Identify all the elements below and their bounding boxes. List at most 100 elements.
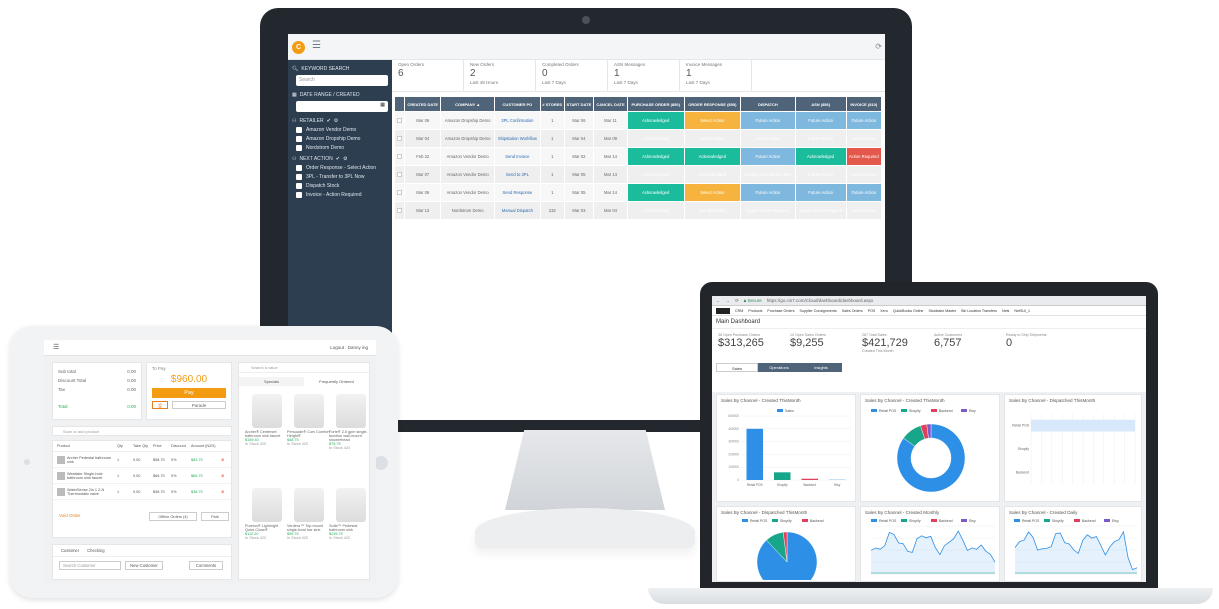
table-row[interactable]: Feb 22 Amazon Vendor Demo Send Invoice 1 Mar… xyxy=(394,147,883,166)
menu-icon[interactable]: ☰ xyxy=(53,343,59,351)
column-header[interactable]: INVOICE (810) xyxy=(845,96,883,112)
column-header[interactable]: PURCHASE ORDER (850) xyxy=(626,96,685,112)
tab-checking[interactable]: Checking xyxy=(87,548,104,553)
nav-item[interactable]: Purchase Orders xyxy=(767,309,794,313)
row-checkbox[interactable] xyxy=(394,201,405,220)
tab-specials[interactable]: Specials xyxy=(239,377,304,386)
table-cell[interactable]: Acknowledged xyxy=(683,147,742,166)
table-cell[interactable]: Acknowledged xyxy=(683,165,742,184)
product-tile[interactable]: Forte® 2.5 gpm single-function wall-moun… xyxy=(329,394,373,450)
table-cell[interactable]: Future Action xyxy=(740,111,796,130)
nav-item[interactable]: Nets xyxy=(1002,309,1009,313)
checkbox[interactable] xyxy=(296,192,302,198)
product-tile[interactable]: Purelux® Lightnight Quiet-Close® $112.20 I… xyxy=(245,488,289,540)
address-bar[interactable]: https://go.cin7.com/Cloud/dashboard/dash… xyxy=(767,298,874,303)
table-cell[interactable]: Future Action xyxy=(794,111,847,130)
bar[interactable] xyxy=(746,428,764,480)
gear-icon[interactable]: ⚙ xyxy=(334,118,338,124)
stat-card[interactable]: ASN Messages 1 Last 7 Days xyxy=(608,60,680,91)
tab-frequently-ordered[interactable]: Frequently Ordered xyxy=(304,377,369,386)
print-icon[interactable]: ⎙ xyxy=(152,401,168,409)
product-tile[interactable]: Persuade® Curv Comfort Height® $48.75 In S… xyxy=(287,394,331,446)
stat-card[interactable]: Completed Orders 0 Last 7 Days xyxy=(536,60,608,91)
table-cell[interactable]: Acknowledged xyxy=(626,201,685,220)
nav-item[interactable]: CRM xyxy=(735,309,743,313)
product-tile[interactable]: Verdera™ Top-mount single-bowl bar sink $… xyxy=(287,488,331,540)
checkbox[interactable] xyxy=(397,189,402,195)
park-button[interactable]: Park xyxy=(201,512,229,521)
keyword-search-input[interactable]: Search xyxy=(296,75,388,86)
line-qty[interactable]: 1 xyxy=(117,490,133,494)
tab-sales[interactable]: Sales xyxy=(716,363,758,372)
table-cell[interactable]: Send Invoice xyxy=(493,147,541,166)
product-search-input[interactable]: Scan or add product xyxy=(52,426,232,436)
retailer-option[interactable]: Amazon Vendor Demo xyxy=(296,127,388,133)
row-checkbox[interactable] xyxy=(394,183,405,202)
logout-link[interactable]: Logout : Danny ing xyxy=(330,345,368,350)
column-header[interactable]: CREATED DATE xyxy=(403,96,442,112)
line-qty[interactable]: 1 xyxy=(117,458,133,462)
nav-item[interactable]: NetSUI_1 xyxy=(1014,309,1030,313)
table-cell[interactable]: Send Response xyxy=(493,183,541,202)
table-cell[interactable]: Future Action xyxy=(794,183,847,202)
table-cell[interactable]: Future Action xyxy=(794,165,847,184)
search-customer-input[interactable]: Search Customer xyxy=(59,561,121,570)
tab-insights[interactable]: Insights xyxy=(800,363,842,372)
nav-item[interactable]: Bin Location Transfers xyxy=(961,309,997,313)
table-cell[interactable]: Acknowledged xyxy=(626,129,685,148)
product-tile[interactable]: Sofia™ Pedestal bathroom sink $235.75 In S… xyxy=(329,488,373,540)
bar[interactable] xyxy=(801,478,819,480)
dashboard-stat[interactable]: 10 Open Sales Orders $9,255 xyxy=(786,333,858,353)
table-cell[interactable]: Urgent Action Required xyxy=(794,201,847,220)
table-cell[interactable]: Future Action xyxy=(740,147,796,166)
table-cell[interactable]: Shipstation Workflow xyxy=(493,129,541,148)
date-range-input[interactable]: ▦ xyxy=(296,101,388,112)
order-line[interactable]: Archer Pedestal bathroom sink 1 0.00 $58.75… xyxy=(53,452,231,468)
tab-customer[interactable]: Customer xyxy=(61,548,79,553)
table-cell[interactable]: Not Applicable xyxy=(683,201,742,220)
row-checkbox[interactable] xyxy=(394,111,405,130)
row-checkbox[interactable] xyxy=(394,129,405,148)
checkbox[interactable] xyxy=(397,135,402,141)
calendar-icon[interactable]: ▦ xyxy=(380,102,385,108)
comments-button[interactable]: Comments xyxy=(189,561,223,570)
value-search-input[interactable]: Search a value xyxy=(239,363,369,373)
table-cell[interactable]: Acknowledged xyxy=(626,147,685,166)
checkbox[interactable] xyxy=(296,183,302,189)
table-cell[interactable]: Select Action xyxy=(683,183,742,202)
table-row[interactable]: Mar 06 Amazon Vendor Demo Send Response 1 Ma… xyxy=(394,183,883,202)
action-option[interactable]: Dispatch Stock xyxy=(296,183,388,189)
checkbox[interactable] xyxy=(296,136,302,142)
refresh-icon[interactable]: ⟳ xyxy=(875,42,882,51)
nav-item[interactable]: Products xyxy=(748,309,762,313)
remove-icon[interactable]: ⊗ xyxy=(221,473,224,478)
table-cell[interactable]: Select Action xyxy=(683,129,742,148)
action-option[interactable]: 3PL - Transfer to 3PL Now xyxy=(296,174,388,180)
new-customer-button[interactable]: New Customer xyxy=(125,561,163,570)
checkbox[interactable] xyxy=(397,207,402,213)
select-all-checkbox[interactable] xyxy=(394,96,405,112)
parade-button[interactable]: Parade xyxy=(172,401,226,409)
reload-icon[interactable]: ⟳ xyxy=(735,298,739,304)
column-header[interactable]: ASN (856) xyxy=(794,96,847,112)
line-qty[interactable]: 1 xyxy=(117,474,133,478)
table-row[interactable]: Mar 13 Nordstrom Demo Manual Dispatch 232 Ma… xyxy=(394,201,883,220)
column-header[interactable]: CANCEL DATE xyxy=(593,96,628,112)
table-row[interactable]: Mar 04 Amazon Dropship Demo Shipstation Wo… xyxy=(394,129,883,148)
checkbox[interactable] xyxy=(296,127,302,133)
nav-item[interactable]: Xero xyxy=(880,309,888,313)
column-header[interactable]: # STORES xyxy=(539,96,565,112)
retailer-option[interactable]: Amazon Dropship Demo xyxy=(296,136,388,142)
order-line[interactable]: Westlake Single-hole bathroom sink fauce… xyxy=(53,468,231,484)
remove-icon[interactable]: ⊗ xyxy=(221,457,224,462)
bar[interactable] xyxy=(774,472,791,480)
order-line[interactable]: WaterSense 2in 1 2-N Thermostatic valve 1… xyxy=(53,484,231,500)
retailer-option[interactable]: Nordstrom Demo xyxy=(296,145,388,151)
row-checkbox[interactable] xyxy=(394,165,405,184)
product-tile[interactable]: Archer® Centerset bathroom sink faucet $1… xyxy=(245,394,289,446)
table-cell[interactable]: Select Action xyxy=(683,111,742,130)
table-cell[interactable]: Future Action xyxy=(845,201,883,220)
checkbox[interactable] xyxy=(397,171,402,177)
nav-item[interactable]: POS xyxy=(868,309,876,313)
checkbox[interactable] xyxy=(296,174,302,180)
